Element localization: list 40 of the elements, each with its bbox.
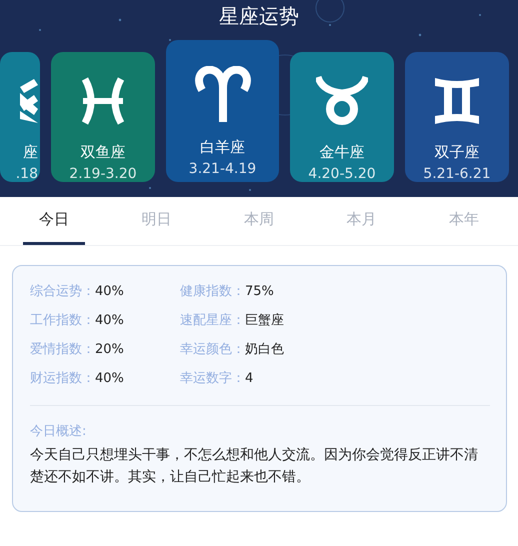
sign-name: 白羊座 [200,138,245,157]
zodiac-card[interactable]: 白羊座 3.21-4.19 [166,40,279,182]
stat-label: 健康指数： [180,284,245,299]
zodiac-card[interactable]: 双鱼座 2.19-3.20 [51,52,155,182]
gemini-symbol-icon [435,78,479,124]
summary-heading: 今日概述: [30,423,88,440]
stat-value: 75% [245,284,274,299]
stat-label: 速配星座： [180,313,245,328]
stat-value: 40% [95,371,124,386]
stat-label: 工作指数： [30,313,95,328]
sign-name: 双鱼座 [80,143,126,162]
pisces-symbol-icon [81,76,125,124]
stat-value: 20% [95,342,124,357]
sign-dates: 3.21-4.19 [188,161,256,177]
stat-label: 财运指数： [30,371,95,386]
stat-value: 40% [95,284,124,299]
zodiac-card[interactable]: 双子座 5.21-6.21 [405,52,509,182]
stat-label: 爱情指数： [30,342,95,357]
stat-value: 奶白色 [245,342,284,357]
sign-dates: 2.19-3.20 [69,166,137,182]
sign-name: 座 [23,143,38,162]
stat-label: 幸运颜色： [180,342,245,357]
stat-label: 综合运势： [30,284,95,299]
stat-label: 幸运数字： [180,371,245,386]
sign-dates: 4.20-5.20 [308,166,376,182]
sign-dates: 5.21-6.21 [423,166,491,182]
zodiac-card[interactable]: 金牛座 4.20-5.20 [290,52,394,182]
chevron-icon [20,78,38,122]
summary-text: 今天自己只想埋头干事，不怎么想和他人交流。因为你会觉得反正讲不清楚还不如不讲。其实，让自己忙起来也不错。 [30,446,479,487]
zodiac-card[interactable]: 座 .18 [0,52,40,182]
stat-value: 40% [95,313,124,328]
sign-name: 双子座 [434,143,480,162]
taurus-symbol-icon [316,74,368,126]
stat-value: 巨蟹座 [245,313,284,328]
aries-symbol-icon [194,66,252,122]
page-title: 星座运势 [218,3,300,30]
sign-name: 金牛座 [320,143,364,162]
period-tab[interactable]: 今日 [3,197,106,245]
sign-dates: .18 [16,166,38,182]
stat-value: 4 [245,371,254,386]
